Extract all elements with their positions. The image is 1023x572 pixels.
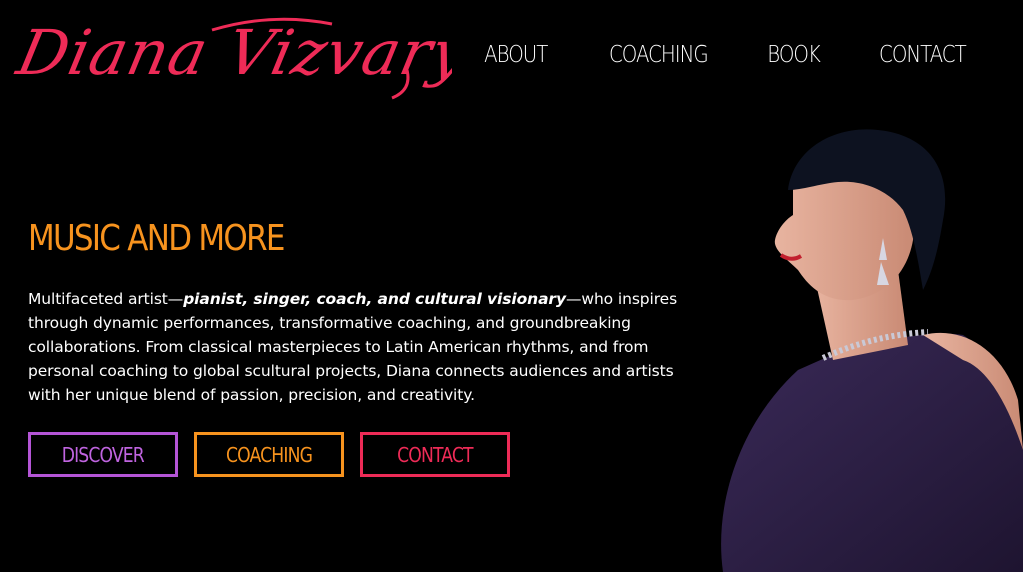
- logo-text: Diana Vizvary: [12, 17, 452, 89]
- coaching-button[interactable]: COACHING: [194, 432, 344, 477]
- nav-coaching[interactable]: COACHING: [609, 42, 709, 68]
- hero-intro: Multifaceted artist—pianist, singer, coa…: [28, 287, 688, 407]
- nav-contact[interactable]: CONTACT: [879, 42, 967, 68]
- nav-about[interactable]: ABOUT: [484, 42, 548, 68]
- hero-title: MUSIC AND MORE: [28, 218, 285, 259]
- contact-button-label: CONTACT: [397, 442, 473, 467]
- nav-book[interactable]: BOOK: [767, 42, 821, 68]
- contact-button[interactable]: CONTACT: [360, 432, 510, 477]
- discover-button[interactable]: DISCOVER: [28, 432, 178, 477]
- dress-shape: [721, 333, 1023, 572]
- intro-emphasis: pianist, singer, coach, and cultural vis…: [183, 290, 566, 308]
- main-nav: ABOUT COACHING BOOK CONTACT: [479, 42, 973, 68]
- portrait-photo: [721, 129, 1023, 572]
- discover-button-label: DISCOVER: [61, 442, 145, 467]
- site-logo[interactable]: Diana Vizvary: [12, 10, 452, 100]
- coaching-button-label: COACHING: [225, 442, 313, 467]
- hero-buttons: DISCOVER COACHING CONTACT: [28, 432, 510, 477]
- intro-prefix: Multifaceted artist—: [28, 290, 184, 308]
